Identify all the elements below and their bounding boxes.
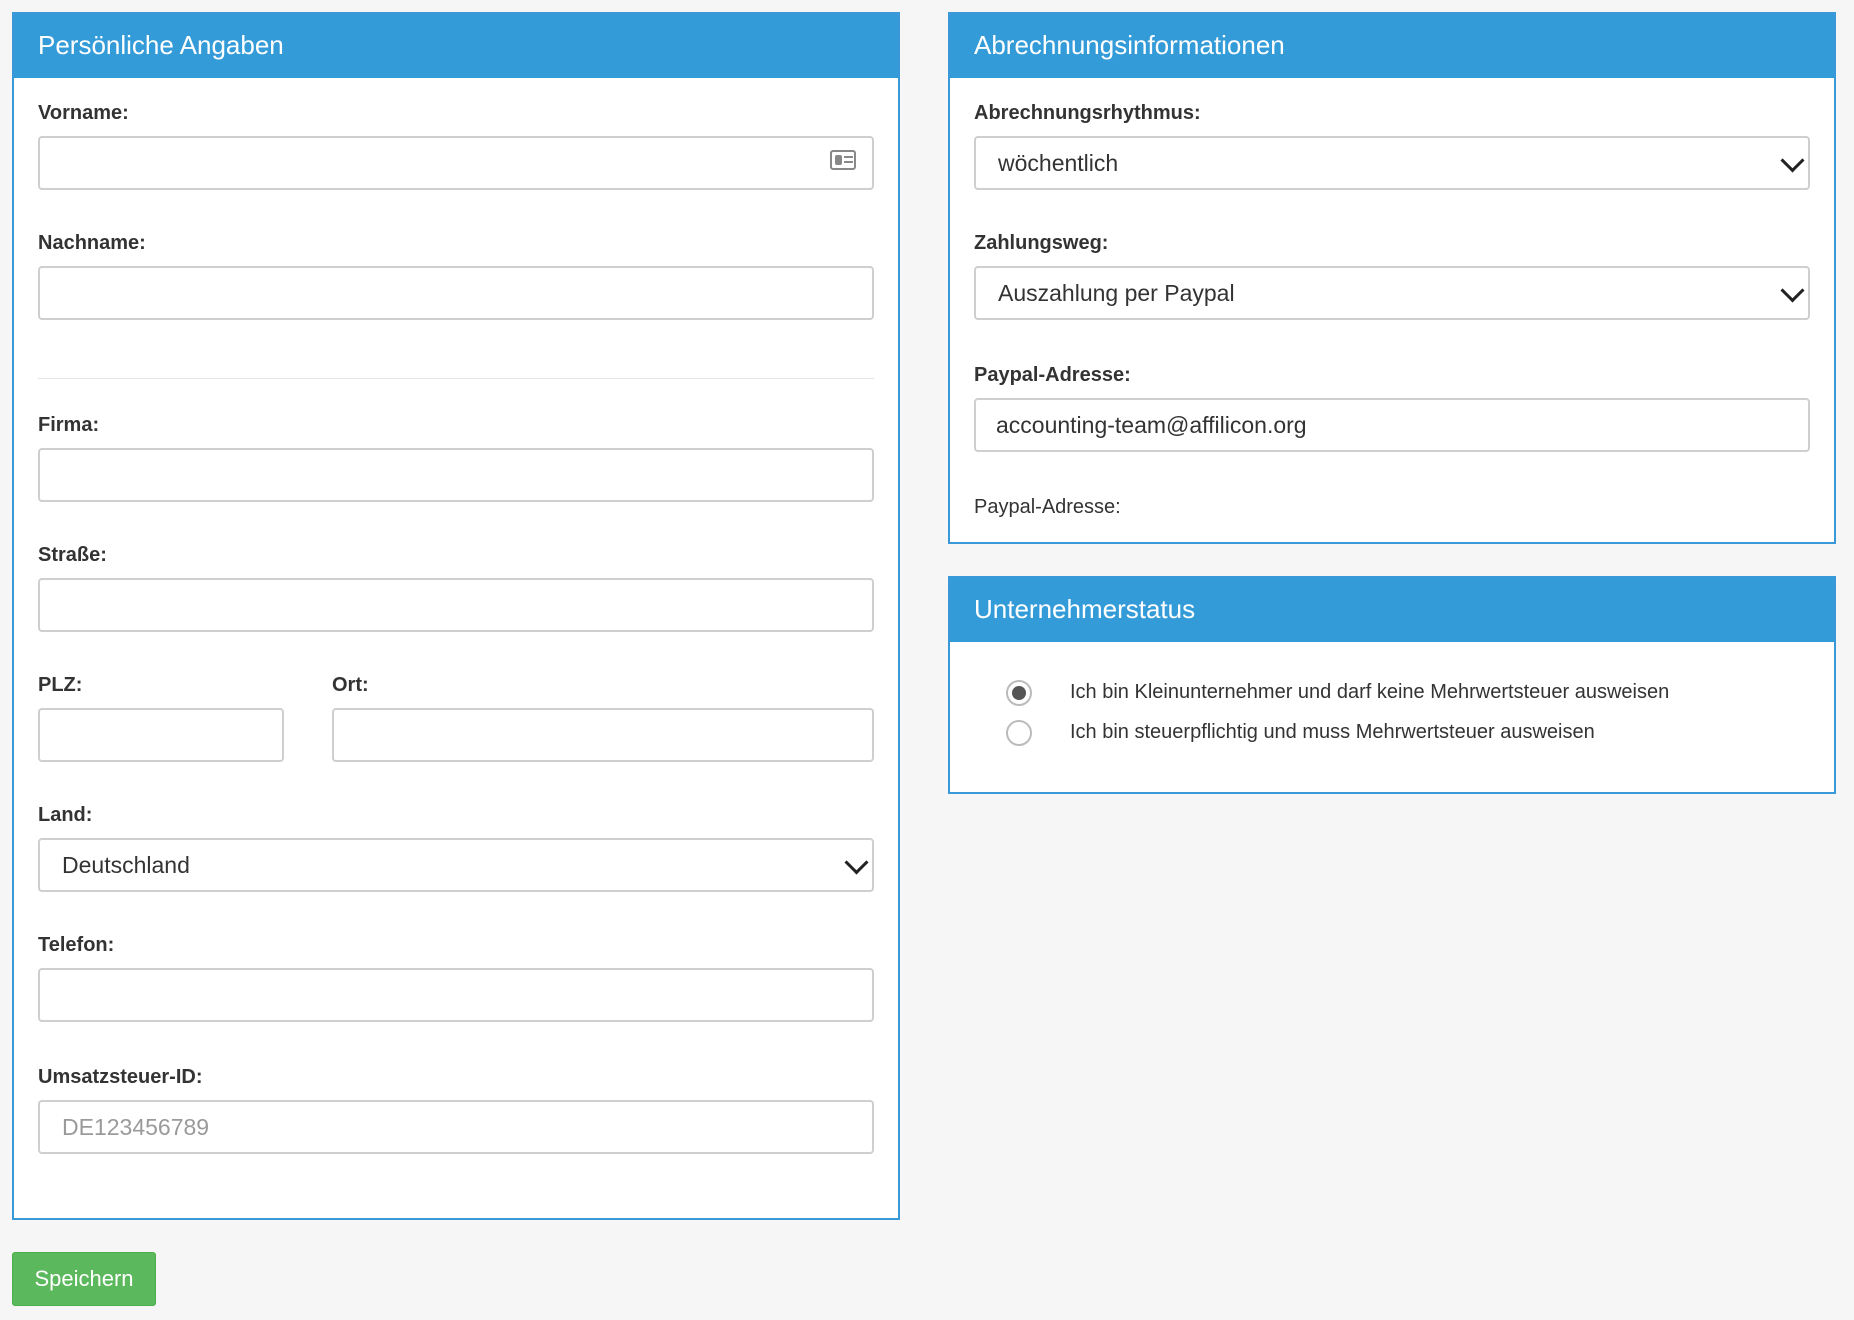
personal-info-panel: Persönliche Angaben Vorname: Nachname: F… bbox=[12, 12, 900, 1220]
ort-label: Ort: bbox=[332, 674, 369, 696]
radio-steuerpflichtig-label[interactable]: Ich bin steuerpflichtig und muss Mehrwer… bbox=[1070, 721, 1595, 744]
telefon-label: Telefon: bbox=[38, 934, 115, 956]
contact-card-icon bbox=[830, 150, 856, 170]
ust-id-label: Umsatzsteuer-ID: bbox=[38, 1066, 203, 1088]
section-divider bbox=[38, 378, 874, 379]
rhythm-label: Abrechnungsrhythmus: bbox=[974, 102, 1201, 124]
payment-label: Zahlungsweg: bbox=[974, 232, 1109, 254]
business-status-panel: Unternehmerstatus Ich bin Kleinunternehm… bbox=[948, 576, 1836, 794]
paypal-input[interactable] bbox=[974, 398, 1810, 452]
plz-input[interactable] bbox=[38, 708, 284, 762]
ust-id-input[interactable] bbox=[38, 1100, 874, 1154]
billing-title: Abrechnungsinformationen bbox=[950, 14, 1834, 78]
vorname-input[interactable] bbox=[38, 136, 874, 190]
radio-steuerpflichtig[interactable] bbox=[1006, 720, 1032, 746]
radio-kleinunternehmer[interactable] bbox=[1006, 680, 1032, 706]
rhythm-select[interactable]: wöchentlich bbox=[974, 136, 1810, 190]
land-label: Land: bbox=[38, 804, 93, 826]
vorname-label: Vorname: bbox=[38, 102, 129, 124]
land-select[interactable]: Deutschland bbox=[38, 838, 874, 892]
paypal-label: Paypal-Adresse: bbox=[974, 364, 1131, 386]
personal-info-title: Persönliche Angaben bbox=[14, 14, 898, 78]
payment-select[interactable]: Auszahlung per Paypal bbox=[974, 266, 1810, 320]
nachname-input[interactable] bbox=[38, 266, 874, 320]
save-button[interactable]: Speichern bbox=[12, 1252, 156, 1306]
strasse-input[interactable] bbox=[38, 578, 874, 632]
ort-input[interactable] bbox=[332, 708, 874, 762]
nachname-label: Nachname: bbox=[38, 232, 146, 254]
strasse-label: Straße: bbox=[38, 544, 107, 566]
firma-input[interactable] bbox=[38, 448, 874, 502]
radio-kleinunternehmer-label[interactable]: Ich bin Kleinunternehmer und darf keine … bbox=[1070, 681, 1669, 704]
telefon-input[interactable] bbox=[38, 968, 874, 1022]
business-status-title: Unternehmerstatus bbox=[950, 578, 1834, 642]
paypal-info-label: Paypal-Adresse: bbox=[974, 496, 1121, 518]
billing-panel: Abrechnungsinformationen Abrechnungsrhyt… bbox=[948, 12, 1836, 544]
plz-label: PLZ: bbox=[38, 674, 83, 696]
firma-label: Firma: bbox=[38, 414, 100, 436]
